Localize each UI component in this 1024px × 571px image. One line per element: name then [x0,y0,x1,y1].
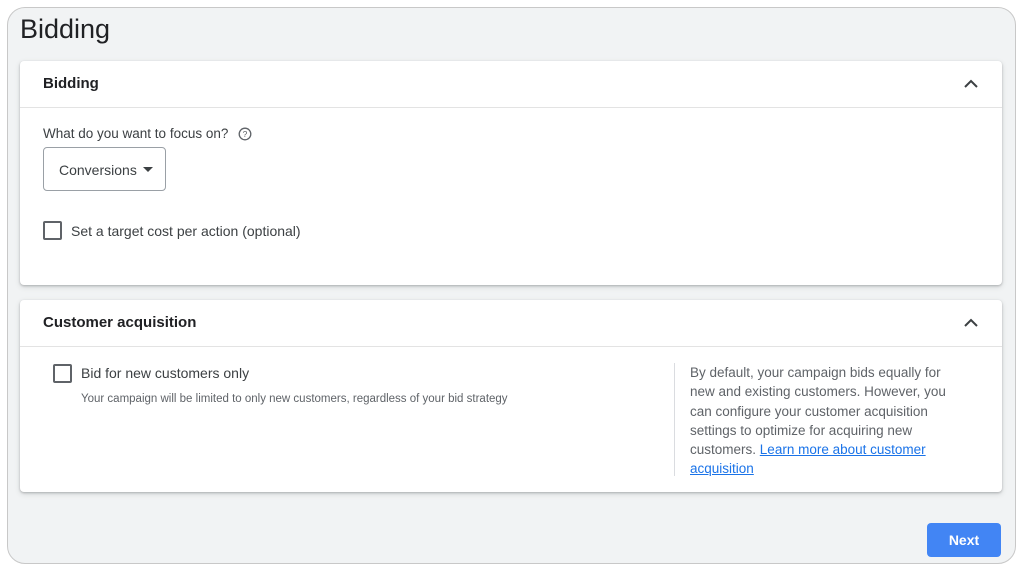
acquisition-card-header[interactable]: Customer acquisition [20,300,1002,347]
focus-dropdown[interactable]: Conversions [43,147,166,191]
help-icon[interactable]: ? [238,127,252,144]
focus-dropdown-value: Conversions [59,162,137,178]
bidding-card-body: What do you want to focus on? ? Conversi… [20,61,1002,285]
new-customers-helper: Your campaign will be limited to only ne… [81,393,508,405]
new-customers-label: Bid for new customers only [81,365,250,381]
acquisition-card-title: Customer acquisition [43,314,197,331]
target-cpa-checkbox[interactable] [43,221,62,240]
svg-text:?: ? [243,129,248,139]
caret-down-icon [143,167,153,172]
acquisition-info: By default, your campaign bids equally f… [690,363,965,479]
page-title: Bidding [20,14,111,44]
chevron-up-icon[interactable] [960,312,982,334]
target-cpa-label: Set a target cost per action (optional) [71,223,301,239]
acquisition-card: Customer acquisition Bid for new custome… [20,300,1002,492]
new-customers-checkbox[interactable] [53,364,72,383]
next-button[interactable]: Next [927,523,1001,557]
main-window: Bidding Bidding What do you want to focu… [7,7,1016,564]
focus-label-text: What do you want to focus on? [43,126,229,141]
vertical-divider [674,363,675,476]
focus-label: What do you want to focus on? ? [43,126,252,144]
